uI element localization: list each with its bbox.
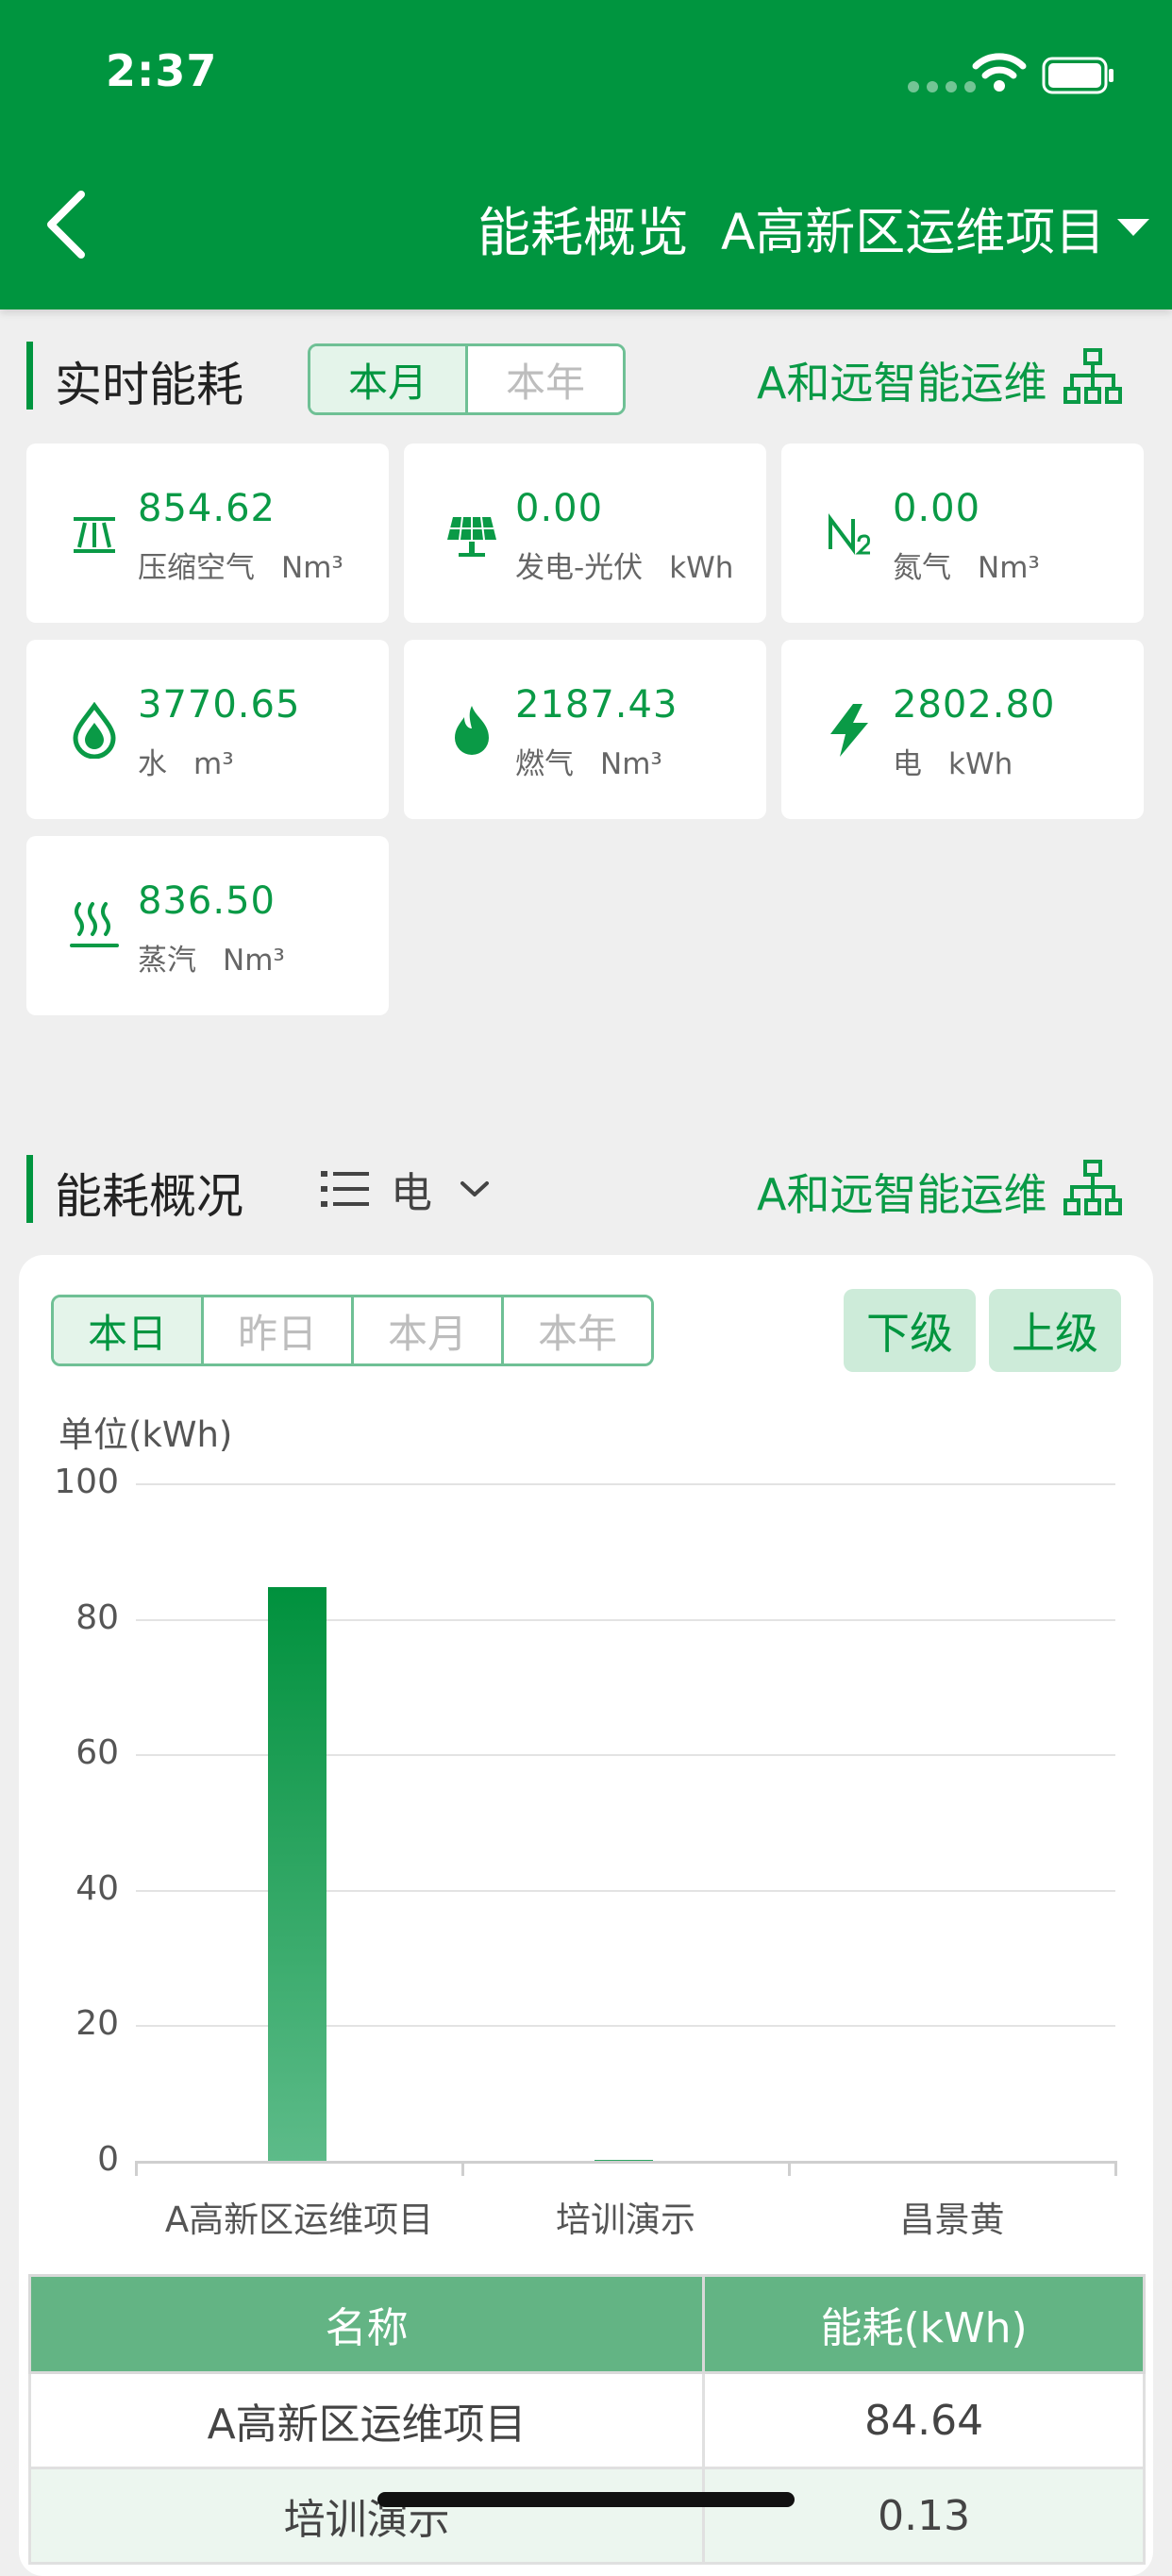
table-cell-name: 培训演示 [27,2467,706,2565]
x-tick-mark [135,2161,138,2176]
tile-value: 2187.43 [515,683,678,727]
list-icon [321,1171,369,1207]
tab-this-year[interactable]: 本年 [465,346,623,412]
steam-icon [70,902,119,947]
table-cell-value: 0.13 [702,2467,1146,2565]
lightning-icon [830,704,868,757]
x-tick-label: 培训演示 [556,2200,695,2240]
tile-label: 发电-光伏 kWh [515,551,734,585]
energy-tile-water[interactable]: 3770.65 水 m³ [26,640,389,819]
x-tick-mark [1114,2161,1117,2176]
flame-icon [455,706,489,755]
y-tick-label: 40 [75,1868,119,1908]
realtime-section-title: 实时能耗 [55,358,243,412]
back-arrow-icon[interactable] [42,187,98,262]
grid-line [136,1483,1115,1485]
tab-this-month[interactable]: 本月 [351,1297,501,1363]
energy-tile-nitrogen[interactable]: 0.00 氮气 Nm³ [781,443,1144,623]
section-marker [26,1155,33,1223]
table-row[interactable]: 培训演示 0.13 [27,2467,1146,2565]
energy-tile-solar[interactable]: 0.00 发电-光伏 kWh [404,443,766,623]
x-tick-mark [788,2161,791,2176]
bar[interactable] [268,1587,326,2161]
realtime-period-tabs: 本月 本年 [308,343,626,415]
tile-value: 836.50 [138,879,276,923]
overview-section-title: 能耗概况 [55,1169,243,1224]
section-marker [26,342,33,410]
tile-label: 电 kWh [893,747,1013,781]
table-row[interactable]: A高新区运维项目 84.64 [27,2371,1146,2469]
energy-tile-electricity[interactable]: 2802.80 电 kWh [781,640,1144,819]
tile-label: 氮气 Nm³ [893,551,1040,585]
chevron-down-icon[interactable] [1117,219,1149,236]
tile-label: 压缩空气 Nm³ [138,551,343,585]
tile-value: 2802.80 [893,683,1056,727]
up-level-button[interactable]: 上级 [989,1289,1121,1372]
x-tick-mark [461,2161,464,2176]
tile-value: 854.62 [138,487,276,530]
page-title: 能耗概览 [477,203,689,264]
tab-this-year[interactable]: 本年 [501,1297,651,1363]
table-cell-name: A高新区运维项目 [27,2371,706,2469]
energy-type-label: 电 [391,1169,432,1217]
signal-icon [908,81,976,92]
down-level-button[interactable]: 下级 [844,1289,976,1372]
wifi-icon [972,53,1027,92]
table-header-consumption: 能耗(kWh) [702,2274,1146,2374]
chart-unit-label: 单位(kWh) [59,1414,233,1455]
tile-value: 3770.65 [138,683,301,727]
solar-panel-icon [447,516,496,557]
energy-type-dropdown[interactable]: 电 [321,1159,491,1219]
tile-label: 水 m³ [138,747,234,781]
tab-yesterday[interactable]: 昨日 [201,1297,351,1363]
tab-this-month[interactable]: 本月 [310,346,465,412]
org-chart-icon[interactable] [1063,347,1123,406]
overview-period-tabs: 本日 昨日 本月 本年 [51,1295,654,1366]
x-tick-label: A高新区运维项目 [164,2200,434,2240]
org-chart-icon[interactable] [1063,1159,1123,1217]
chevron-down-icon [460,1181,489,1196]
bar[interactable] [594,2160,653,2161]
y-tick-label: 0 [97,2140,119,2179]
water-drop-icon [73,702,116,759]
overview-company-name[interactable]: A和远智能运维 [757,1161,1046,1223]
energy-tile-steam[interactable]: 836.50 蒸汽 Nm³ [26,836,389,1015]
battery-icon [1042,57,1113,94]
tile-value: 0.00 [893,487,981,530]
energy-table: 名称 能耗(kWh) A高新区运维项目 84.64 培训演示 0.13 [27,2274,1146,2565]
energy-tile-compressed-air[interactable]: 854.62 压缩空气 Nm³ [26,443,389,623]
nitrogen-icon [829,513,870,555]
y-tick-label: 80 [75,1597,119,1637]
x-axis [136,2161,1115,2164]
home-indicator [377,2492,795,2507]
tile-label: 蒸汽 Nm³ [138,944,285,978]
y-tick-label: 100 [54,1463,119,1501]
table-cell-value: 84.64 [702,2371,1146,2469]
status-time: 2:37 [106,45,218,96]
realtime-company-name[interactable]: A和远智能运维 [757,349,1046,411]
tile-label: 燃气 Nm³ [515,747,662,781]
compressed-air-icon [74,517,115,553]
project-selector[interactable]: A高新区运维项目 [721,192,1105,264]
app-header: 2:37 能耗概览 A高新区运维项目 [0,0,1172,309]
y-tick-label: 20 [75,2004,119,2044]
tile-value: 0.00 [515,487,604,530]
x-tick-label: 昌景黄 [899,2200,1005,2240]
tab-today[interactable]: 本日 [54,1297,201,1363]
table-header-name: 名称 [27,2274,706,2374]
energy-tile-gas[interactable]: 2187.43 燃气 Nm³ [404,640,766,819]
y-tick-label: 60 [75,1733,119,1773]
